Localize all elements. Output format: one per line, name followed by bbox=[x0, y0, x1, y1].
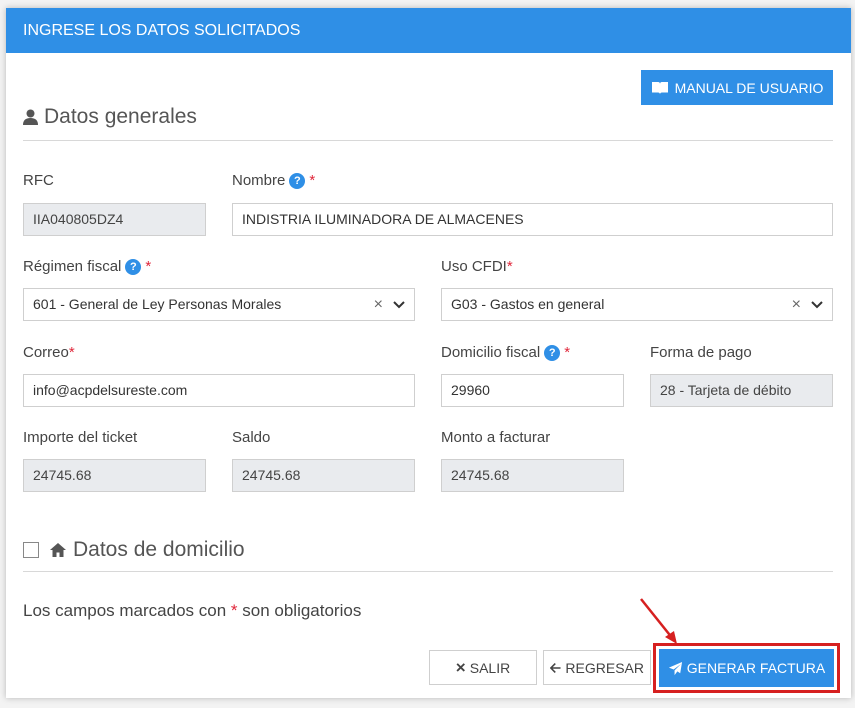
home-icon bbox=[50, 543, 66, 557]
required-mark: * bbox=[506, 258, 513, 275]
forma-pago-label: Forma de pago bbox=[650, 344, 752, 361]
section-general-title: Datos generales bbox=[44, 105, 197, 128]
section-domicilio: Datos de domicilio bbox=[23, 538, 245, 562]
clear-icon[interactable]: × bbox=[792, 289, 801, 320]
section-general: Datos generales bbox=[23, 105, 197, 129]
salir-label: SALIR bbox=[469, 659, 511, 676]
nombre-field[interactable]: INDISTRIA ILUMINADORA DE ALMACENES bbox=[232, 203, 833, 236]
regimen-label-text: Régimen fiscal bbox=[23, 258, 122, 275]
saldo-field[interactable]: 24745.68 bbox=[232, 459, 415, 492]
section-divider bbox=[23, 571, 833, 572]
saldo-label: Saldo bbox=[232, 429, 270, 446]
nombre-label: Nombre ? * bbox=[232, 172, 315, 189]
uso-cfdi-select-value: G03 - Gastos en general bbox=[451, 296, 605, 312]
domicilio-checkbox[interactable] bbox=[23, 542, 39, 558]
correo-label: Correo * bbox=[23, 344, 75, 361]
rfc-label-text: RFC bbox=[23, 172, 54, 189]
section-domicilio-title: Datos de domicilio bbox=[73, 538, 245, 561]
uso-cfdi-select[interactable]: G03 - Gastos en general × bbox=[441, 288, 833, 321]
dialog-header: INGRESE LOS DATOS SOLICITADOS bbox=[6, 8, 851, 53]
user-manual-label: MANUAL DE USUARIO bbox=[674, 79, 824, 96]
monto-label: Monto a facturar bbox=[441, 429, 550, 446]
chevron-down-icon[interactable] bbox=[811, 300, 823, 309]
arrow-annotation-icon bbox=[640, 598, 677, 644]
clear-icon[interactable]: × bbox=[374, 289, 383, 320]
correo-field[interactable]: info@acpdelsureste.com bbox=[23, 374, 415, 407]
importe-field[interactable]: 24745.68 bbox=[23, 459, 206, 492]
regresar-label: REGRESAR bbox=[565, 659, 644, 676]
domicilio-fiscal-label: Domicilio fiscal ? * bbox=[441, 344, 570, 361]
generar-factura-button[interactable]: GENERAR FACTURA bbox=[659, 649, 834, 687]
uso-cfdi-label-text: Uso CFDI bbox=[441, 258, 507, 275]
monto-field[interactable]: 24745.68 bbox=[441, 459, 624, 492]
help-icon[interactable]: ? bbox=[544, 344, 561, 361]
section-divider bbox=[23, 140, 833, 141]
help-icon[interactable]: ? bbox=[289, 172, 306, 189]
required-note-before: Los campos marcados con bbox=[23, 601, 227, 620]
generar-factura-label: GENERAR FACTURA bbox=[686, 660, 826, 676]
required-mark: * bbox=[68, 344, 75, 361]
book-icon bbox=[651, 81, 668, 94]
required-note-star: * bbox=[230, 601, 238, 620]
correo-label-text: Correo bbox=[23, 344, 69, 361]
uso-cfdi-label: Uso CFDI * bbox=[441, 258, 513, 275]
importe-label-text: Importe del ticket bbox=[23, 429, 138, 446]
arrow-left-icon bbox=[550, 662, 561, 673]
user-icon bbox=[23, 109, 38, 125]
nombre-label-text: Nombre bbox=[232, 172, 286, 189]
importe-label: Importe del ticket bbox=[23, 429, 137, 446]
paper-plane-icon bbox=[668, 661, 682, 675]
regimen-label: Régimen fiscal ? * bbox=[23, 258, 151, 275]
regimen-select[interactable]: 601 - General de Ley Personas Morales × bbox=[23, 288, 415, 321]
required-mark: * bbox=[564, 344, 571, 361]
monto-label-text: Monto a facturar bbox=[441, 429, 551, 446]
forma-pago-label-text: Forma de pago bbox=[650, 344, 752, 361]
required-mark: * bbox=[145, 258, 152, 275]
regresar-button[interactable]: REGRESAR bbox=[543, 650, 651, 685]
domicilio-fiscal-field[interactable]: 29960 bbox=[441, 374, 624, 407]
salir-button[interactable]: × SALIR bbox=[429, 650, 537, 685]
regimen-select-value: 601 - General de Ley Personas Morales bbox=[33, 296, 282, 312]
required-mark: * bbox=[309, 172, 316, 189]
rfc-field[interactable]: IIA040805DZ4 bbox=[23, 203, 206, 236]
chevron-down-icon[interactable] bbox=[393, 300, 405, 309]
close-icon: × bbox=[455, 657, 466, 677]
rfc-label: RFC bbox=[23, 172, 54, 189]
domicilio-fiscal-label-text: Domicilio fiscal bbox=[441, 344, 541, 361]
required-note-after: son obligatorios bbox=[242, 601, 362, 620]
invoice-dialog: INGRESE LOS DATOS SOLICITADOS MANUAL DE … bbox=[6, 8, 851, 698]
help-icon[interactable]: ? bbox=[125, 258, 142, 275]
saldo-label-text: Saldo bbox=[232, 429, 271, 446]
forma-pago-field[interactable]: 28 - Tarjeta de débito bbox=[650, 374, 833, 407]
user-manual-button[interactable]: MANUAL DE USUARIO bbox=[641, 70, 833, 105]
required-note: Los campos marcados con * son obligatori… bbox=[23, 601, 361, 621]
